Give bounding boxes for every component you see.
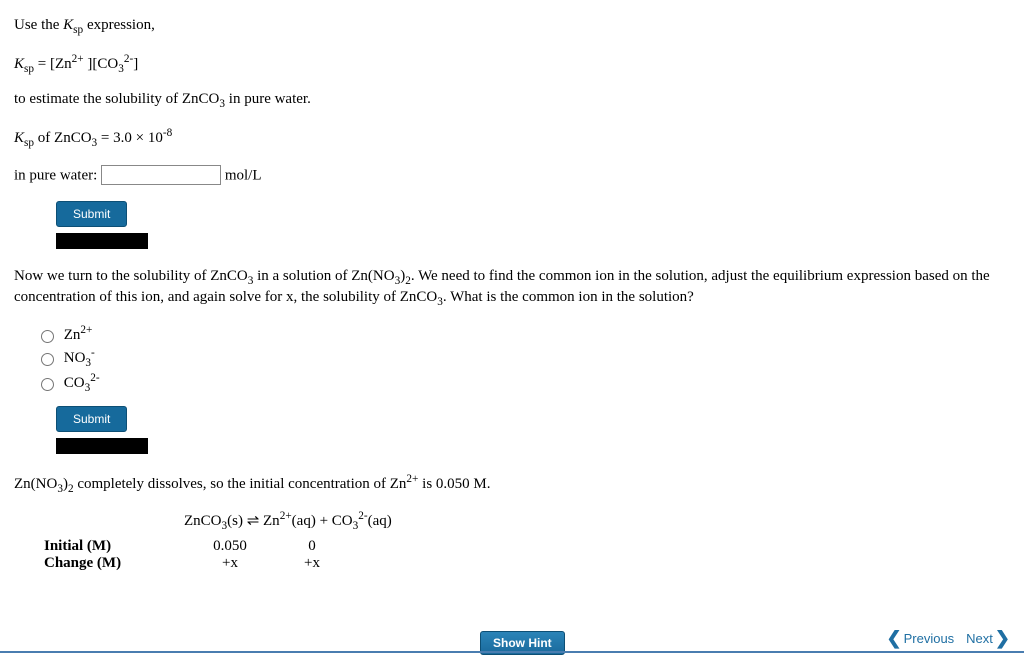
pure-water-label: in pure water: bbox=[14, 167, 101, 183]
row-initial-label: Initial (M) bbox=[14, 538, 184, 555]
initial-co3: 0 bbox=[276, 538, 348, 555]
common-ion-question: Now we turn to the solubility of ZnCO3 i… bbox=[14, 267, 1010, 310]
chevron-right-icon: ❯ bbox=[995, 629, 1010, 647]
radio-zn[interactable] bbox=[41, 330, 54, 343]
dissolves-paragraph: Zn(NO3)2 completely dissolves, so the in… bbox=[14, 472, 1010, 497]
submit-button-2[interactable]: Submit bbox=[56, 406, 127, 432]
solubility-input[interactable] bbox=[101, 165, 221, 185]
ksp-value: Ksp of ZnCO3 = 3.0 × 10-8 bbox=[14, 126, 1010, 151]
ice-equation: ZnCO3(s) ⇌ Zn2+(aq) + CO32-(aq) bbox=[14, 510, 1010, 532]
redacted-block-2 bbox=[56, 438, 148, 454]
option-zn[interactable]: Zn2+ bbox=[36, 324, 1010, 344]
row-change-label: Change (M) bbox=[14, 555, 184, 572]
option-no3[interactable]: NO3- bbox=[36, 347, 1010, 369]
answer-input-line: in pure water: mol/L bbox=[14, 165, 1010, 185]
next-link[interactable]: Next ❯ bbox=[962, 627, 1014, 649]
unit-label: mol/L bbox=[225, 167, 262, 183]
intro-line-1: Use the Ksp expression, bbox=[14, 16, 1010, 38]
submit-button-1[interactable]: Submit bbox=[56, 201, 127, 227]
ice-table: ZnCO3(s) ⇌ Zn2+(aq) + CO32-(aq) Initial … bbox=[14, 510, 1010, 572]
ksp-expression: Ksp = [Zn2+ ][CO32-] bbox=[14, 52, 1010, 77]
radio-co3[interactable] bbox=[41, 378, 54, 391]
previous-link[interactable]: ❮ Previous bbox=[883, 627, 959, 649]
change-zn: +x bbox=[184, 555, 276, 572]
chevron-left-icon: ❮ bbox=[887, 629, 902, 647]
nav-bar: ❮ Previous Next ❯ bbox=[0, 627, 1024, 653]
common-ion-options: Zn2+ NO3- CO32- bbox=[36, 324, 1010, 394]
redacted-block-1 bbox=[56, 233, 148, 249]
option-co3[interactable]: CO32- bbox=[36, 372, 1010, 394]
change-co3: +x bbox=[276, 555, 348, 572]
radio-no3[interactable] bbox=[41, 353, 54, 366]
initial-zn: 0.050 bbox=[184, 538, 276, 555]
intro-line-2: to estimate the solubility of ZnCO3 in p… bbox=[14, 90, 1010, 112]
